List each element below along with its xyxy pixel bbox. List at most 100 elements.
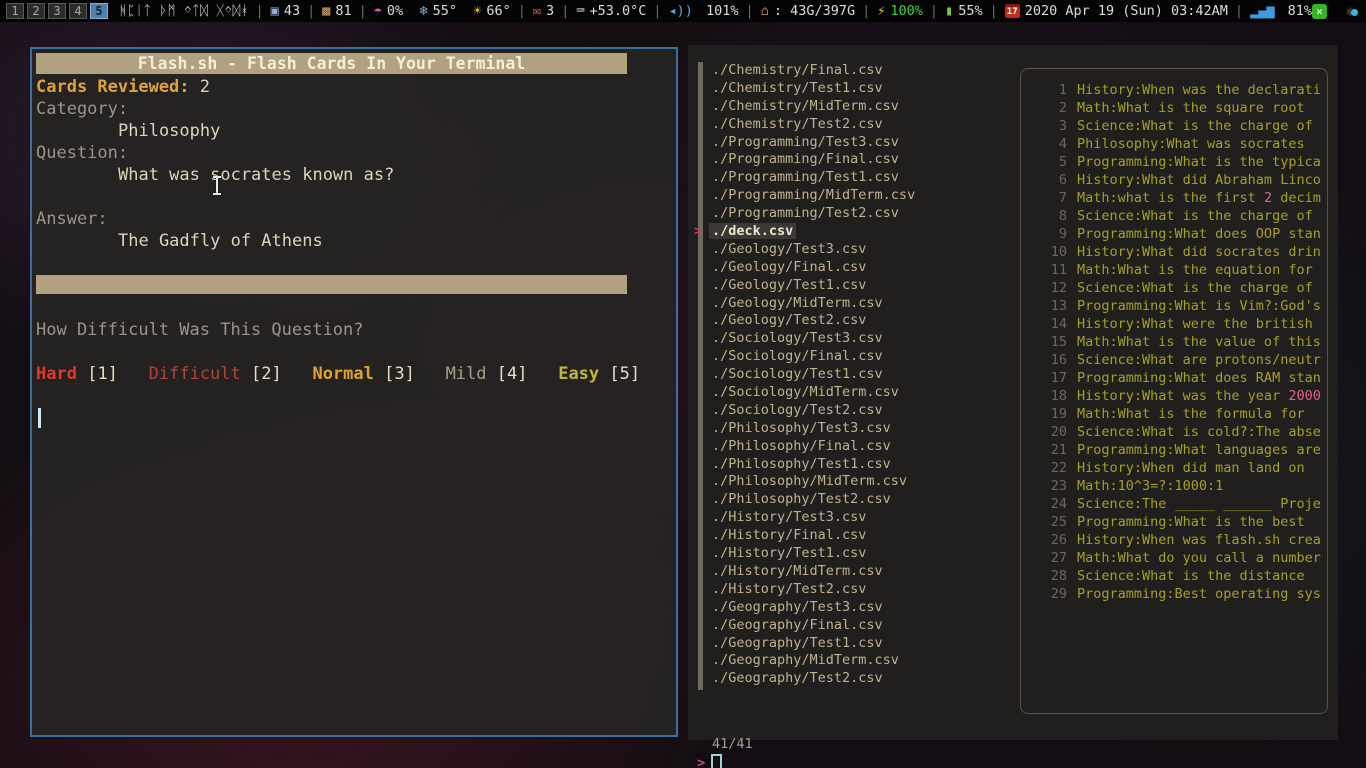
difficulty-key-3: [3] — [384, 364, 415, 384]
file-item[interactable]: ./History/Test2.csv — [688, 581, 1018, 599]
file-item[interactable]: ./Programming/Final.csv — [688, 151, 1018, 169]
file-path: ./Programming/Test3.csv — [712, 134, 899, 150]
file-item[interactable]: ./Philosophy/Test2.csv — [688, 491, 1018, 509]
battery: ▮55% — [945, 3, 983, 19]
file-item[interactable]: ./Geology/MidTerm.csv — [688, 295, 1018, 313]
file-path: ./Sociology/Final.csv — [712, 348, 883, 364]
file-item[interactable]: ./Geology/Test2.csv — [688, 312, 1018, 330]
preview-line-number: 21 — [1021, 441, 1067, 459]
preview-line: 15Math:What is the value of this — [1021, 333, 1327, 351]
separator: | — [653, 3, 661, 19]
file-item[interactable]: ./Sociology/Test3.csv — [688, 330, 1018, 348]
file-item[interactable]: ./Programming/Test2.csv — [688, 205, 1018, 223]
file-item[interactable]: ./Chemistry/MidTerm.csv — [688, 98, 1018, 116]
file-item[interactable]: ./Programming/Test3.csv — [688, 134, 1018, 152]
preview-line-text: History:When was the declarati — [1077, 82, 1321, 98]
preview-line-number: 26 — [1021, 531, 1067, 549]
network-signal: ▂▄▆ 81% — [1250, 3, 1312, 19]
file-item[interactable]: ./Philosophy/MidTerm.csv — [688, 473, 1018, 491]
workspace-2[interactable]: 2 — [27, 3, 45, 19]
file-item[interactable]: ./History/Final.csv — [688, 527, 1018, 545]
file-item[interactable]: ./History/MidTerm.csv — [688, 563, 1018, 581]
terminal-cursor — [38, 408, 41, 428]
file-path: ./History/Test2.csv — [712, 581, 866, 597]
file-path: ./Programming/Final.csv — [712, 151, 899, 167]
workspace-4[interactable]: 4 — [69, 3, 87, 19]
difficulty-easy[interactable]: Easy — [558, 364, 599, 384]
difficulty-mild[interactable]: Mild — [446, 364, 487, 384]
window-icon: ▣ — [271, 3, 279, 19]
file-item[interactable]: ./Geology/Test1.csv — [688, 277, 1018, 295]
preview-line-text: Math:10^3=?:1000:1 — [1077, 478, 1223, 494]
preview-line-number: 18 — [1021, 387, 1067, 405]
file-item[interactable]: ./Geography/Final.csv — [688, 617, 1018, 635]
disk-usage-text: : 43G/397G — [774, 3, 855, 19]
weather-text: 55° — [433, 3, 457, 19]
tray[interactable]: ✱ — [1332, 2, 1360, 20]
cards-reviewed-row: Cards Reviewed: 2 — [36, 76, 676, 98]
status-x[interactable]: ✕ — [1312, 4, 1332, 19]
fzf-prompt-row[interactable]: > — [697, 753, 722, 768]
package-count-text: 81 — [335, 3, 351, 19]
fzf-match-counter: 41/41 — [712, 735, 753, 753]
file-item[interactable]: ./Sociology/MidTerm.csv — [688, 384, 1018, 402]
file-item[interactable]: ./Chemistry/Test2.csv — [688, 116, 1018, 134]
file-path: ./Geography/Test3.csv — [712, 599, 883, 615]
workspace-5[interactable]: 5 — [90, 3, 108, 19]
mouse-ibeam-cursor — [211, 176, 223, 195]
file-item[interactable]: ./Geology/Test3.csv — [688, 241, 1018, 259]
preview-line-number: 3 — [1021, 117, 1067, 135]
file-path: ./Sociology/Test1.csv — [712, 366, 883, 382]
preview-line-text: Math:What is the value of this — [1077, 334, 1321, 350]
difficulty-difficult[interactable]: Difficult — [149, 364, 241, 384]
datetime-text: 2020 Apr 19 (Sun) 03:42AM — [1025, 3, 1228, 19]
file-item[interactable]: ./Geography/MidTerm.csv — [688, 652, 1018, 670]
file-path: ./Geology/Test1.csv — [712, 277, 866, 293]
file-item[interactable]: ./Sociology/Test1.csv — [688, 366, 1018, 384]
workspace-3[interactable]: 3 — [48, 3, 66, 19]
file-item[interactable]: ./Philosophy/Final.csv — [688, 438, 1018, 456]
file-item[interactable]: ./History/Test3.csv — [688, 509, 1018, 527]
preview-line-number: 9 — [1021, 225, 1067, 243]
preview-line-number: 28 — [1021, 567, 1067, 585]
file-item[interactable]: ./Geography/Test3.csv — [688, 599, 1018, 617]
file-item[interactable]: ./Philosophy/Test3.csv — [688, 420, 1018, 438]
preview-line-number: 7 — [1021, 189, 1067, 207]
file-item[interactable]: ./Geography/Test2.csv — [688, 670, 1018, 688]
file-item[interactable]: ./Sociology/Final.csv — [688, 348, 1018, 366]
file-item[interactable]: ./Chemistry/Test1.csv — [688, 80, 1018, 98]
difficulty-hard[interactable]: Hard — [36, 364, 77, 384]
preview-line: 24Science:The _____ ______ Proje — [1021, 495, 1327, 513]
separator: | — [990, 3, 998, 19]
topbar-status: ᚻᛈᛁᛏ ᚦᛗ ᛜᛏᛞ ᚷᛜᛞᚼ|▣43|▩81|☂0% ❄55° ☀66°|✉… — [119, 2, 1360, 20]
separator: | — [256, 3, 264, 19]
file-path: ./Geology/Test2.csv — [712, 312, 866, 328]
file-item[interactable]: ./Geology/Final.csv — [688, 259, 1018, 277]
cursor-row — [36, 407, 676, 429]
preview-line-text: Math:What is the square root — [1077, 100, 1305, 116]
file-path: ./History/Test3.csv — [712, 509, 866, 525]
preview-line: 28Science:What is the distance — [1021, 567, 1327, 585]
question-label: Question: — [36, 142, 676, 164]
preview-line-text: Philosophy:What was socrates — [1077, 136, 1305, 152]
workspace-1[interactable]: 1 — [6, 3, 24, 19]
file-item[interactable]: ./Chemistry/Final.csv — [688, 62, 1018, 80]
file-item[interactable]: ./Philosophy/Test1.csv — [688, 456, 1018, 474]
file-item[interactable]: >./deck.csv — [688, 223, 1018, 241]
difficulty-normal[interactable]: Normal — [312, 364, 373, 384]
mailbox-icon: ✉ — [533, 3, 541, 19]
file-item[interactable]: ./Programming/MidTerm.csv — [688, 187, 1018, 205]
separator: | — [862, 3, 870, 19]
preview-line: 14History:What were the british — [1021, 315, 1327, 333]
file-item[interactable]: ./Programming/Test1.csv — [688, 169, 1018, 187]
file-item[interactable]: ./Geography/Test1.csv — [688, 635, 1018, 653]
sun-icon: ☀ — [473, 3, 481, 19]
file-path: ./Programming/Test2.csv — [712, 205, 899, 221]
file-item[interactable]: ./Sociology/Test2.csv — [688, 402, 1018, 420]
file-item[interactable]: ./History/Test1.csv — [688, 545, 1018, 563]
preview-line-number: 25 — [1021, 513, 1067, 531]
preview-highlight-number: 2000 — [1288, 388, 1321, 404]
preview-line: 5Programming:What is the typica — [1021, 153, 1327, 171]
flash-title: Flash.sh - Flash Cards In Your Terminal — [36, 53, 627, 74]
category-value: Philosophy — [36, 120, 676, 142]
